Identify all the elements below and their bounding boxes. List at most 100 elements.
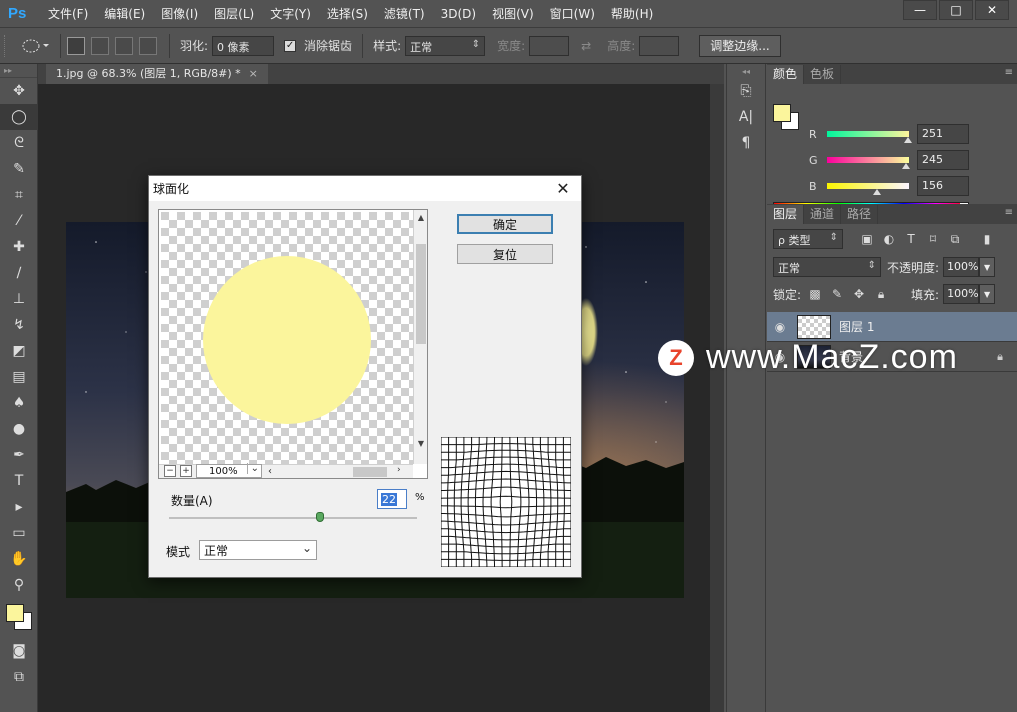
lock-transparent-icon[interactable]: ▩ bbox=[807, 286, 823, 302]
filter-adjustment-icon[interactable]: ◐ bbox=[881, 231, 897, 247]
blue-value-input[interactable]: 156 bbox=[917, 176, 969, 196]
blend-mode-select[interactable]: 正常 bbox=[773, 257, 881, 277]
lock-position-icon[interactable]: ✥ bbox=[851, 286, 867, 302]
crop-tool-icon[interactable]: ⌗ bbox=[0, 182, 38, 208]
path-selection-tool-icon[interactable]: ▸ bbox=[0, 494, 38, 520]
ok-button[interactable]: 确定 bbox=[457, 214, 553, 234]
quick-mask-icon[interactable]: ◙ bbox=[0, 638, 38, 664]
zoom-out-icon[interactable]: − bbox=[164, 465, 176, 477]
scroll-left-icon[interactable]: ‹ bbox=[268, 466, 272, 477]
fill-input[interactable]: 100% bbox=[943, 284, 980, 304]
menu-edit[interactable]: 编辑(E) bbox=[96, 0, 153, 28]
dialog-title-bar[interactable]: 球面化 ✕ bbox=[149, 176, 581, 201]
layer-filter-select[interactable]: ρ 类型 bbox=[773, 229, 843, 249]
fill-dropdown-icon[interactable]: ▼ bbox=[979, 284, 996, 304]
healing-brush-tool-icon[interactable]: ✚ bbox=[0, 234, 38, 260]
eyedropper-tool-icon[interactable]: ⁄ bbox=[0, 208, 38, 234]
lock-all-icon[interactable]: 🔒︎ bbox=[873, 286, 889, 302]
red-value-input[interactable]: 251 bbox=[917, 124, 969, 144]
maximize-button[interactable]: □ bbox=[939, 0, 973, 20]
menu-3d[interactable]: 3D(D) bbox=[433, 0, 484, 28]
preview-vertical-scrollbar[interactable]: ▲ ▼ bbox=[413, 210, 427, 464]
filter-preview[interactable]: ▲ ▼ › bbox=[158, 209, 428, 479]
history-brush-tool-icon[interactable]: ↯ bbox=[0, 312, 38, 338]
slider-thumb[interactable] bbox=[873, 189, 882, 195]
tab-swatches[interactable]: 色板 bbox=[804, 65, 842, 84]
scroll-thumb[interactable] bbox=[353, 467, 387, 477]
panel-foreground-swatch[interactable] bbox=[773, 104, 791, 122]
menu-layer[interactable]: 图层(L) bbox=[206, 0, 262, 28]
amount-slider[interactable] bbox=[169, 512, 417, 522]
clone-stamp-tool-icon[interactable]: ⊥ bbox=[0, 286, 38, 312]
scroll-up-icon[interactable]: ▲ bbox=[414, 210, 428, 224]
close-tab-icon[interactable]: × bbox=[249, 64, 258, 84]
minimize-button[interactable]: — bbox=[903, 0, 937, 20]
red-slider[interactable] bbox=[827, 131, 912, 143]
tab-color[interactable]: 颜色 bbox=[767, 65, 805, 84]
scroll-down-icon[interactable]: ▼ bbox=[414, 436, 428, 450]
scroll-thumb[interactable] bbox=[416, 244, 426, 344]
filter-pixel-icon[interactable]: ▣ bbox=[859, 231, 875, 247]
height-input[interactable] bbox=[639, 35, 680, 56]
slider-thumb[interactable] bbox=[901, 163, 910, 169]
pen-tool-icon[interactable]: ✒ bbox=[0, 442, 38, 468]
lock-image-icon[interactable]: ✎ bbox=[829, 286, 845, 302]
green-value-input[interactable]: 245 bbox=[917, 150, 969, 170]
tab-channels[interactable]: 通道 bbox=[804, 205, 842, 224]
preview-canvas[interactable] bbox=[161, 212, 413, 464]
gradient-tool-icon[interactable]: ▤ bbox=[0, 364, 38, 390]
intersect-selection-icon[interactable] bbox=[139, 36, 157, 55]
tab-paths[interactable]: 路径 bbox=[841, 205, 879, 224]
opacity-dropdown-icon[interactable]: ▼ bbox=[979, 257, 996, 277]
document-scrollbar[interactable] bbox=[710, 84, 724, 712]
antialias-checkbox[interactable]: ✓ bbox=[284, 39, 297, 52]
blur-tool-icon[interactable]: ♠ bbox=[0, 390, 38, 416]
quick-selection-tool-icon[interactable]: ✎ bbox=[0, 156, 38, 182]
paragraph-panel-icon[interactable]: ¶ bbox=[727, 130, 765, 156]
dodge-tool-icon[interactable]: ● bbox=[0, 416, 38, 442]
amount-slider-thumb[interactable] bbox=[316, 512, 325, 522]
new-selection-icon[interactable] bbox=[67, 36, 85, 55]
panel-menu-icon[interactable]: ≡ bbox=[1005, 67, 1013, 78]
type-tool-icon[interactable]: T bbox=[0, 468, 38, 494]
close-window-button[interactable]: ✕ bbox=[975, 0, 1009, 20]
zoom-in-icon[interactable]: + bbox=[180, 465, 192, 477]
zoom-tool-icon[interactable]: ⚲ bbox=[0, 572, 38, 598]
width-input[interactable] bbox=[529, 35, 570, 56]
menu-image[interactable]: 图像(I) bbox=[153, 0, 206, 28]
filter-toggle-icon[interactable]: ▮ bbox=[979, 231, 995, 247]
reset-button[interactable]: 复位 bbox=[457, 244, 553, 264]
zoom-level-select[interactable]: 100% bbox=[196, 463, 262, 478]
visibility-eye-icon[interactable]: ◉ bbox=[767, 320, 793, 334]
menu-help[interactable]: 帮助(H) bbox=[603, 0, 661, 28]
history-panel-icon[interactable]: ⎘ bbox=[727, 78, 765, 104]
options-bar-grip[interactable] bbox=[4, 34, 10, 57]
foreground-color-swatch[interactable] bbox=[6, 604, 24, 622]
filter-smart-object-icon[interactable]: ⧉ bbox=[947, 231, 963, 247]
document-tab[interactable]: 1.jpg @ 68.3% (图层 1, RGB/8#) * × bbox=[46, 64, 268, 84]
scroll-right-icon[interactable]: › bbox=[397, 465, 401, 475]
hand-tool-icon[interactable]: ✋ bbox=[0, 546, 38, 572]
filter-type-icon[interactable]: T bbox=[903, 231, 919, 247]
elliptical-marquee-preset-icon[interactable] bbox=[18, 34, 54, 58]
feather-input[interactable]: 0 像素 bbox=[212, 35, 275, 56]
add-to-selection-icon[interactable] bbox=[91, 36, 109, 55]
opacity-input[interactable]: 100% bbox=[943, 257, 980, 277]
collapsed-panels-grip[interactable]: ◂◂ bbox=[727, 64, 765, 78]
amount-input[interactable]: 22 bbox=[377, 489, 407, 509]
brush-tool-icon[interactable]: ∕ bbox=[0, 260, 38, 286]
menu-file[interactable]: 文件(F) bbox=[40, 0, 96, 28]
swap-dimensions-icon[interactable]: ⇄ bbox=[581, 39, 591, 53]
lasso-tool-icon[interactable]: ᘓ bbox=[0, 130, 38, 156]
filter-shape-icon[interactable]: ⌑ bbox=[925, 231, 941, 247]
move-tool-icon[interactable]: ✥ bbox=[0, 78, 38, 104]
rectangle-tool-icon[interactable]: ▭ bbox=[0, 520, 38, 546]
green-slider[interactable] bbox=[827, 157, 910, 169]
menu-filter[interactable]: 滤镜(T) bbox=[376, 0, 433, 28]
menu-view[interactable]: 视图(V) bbox=[484, 0, 542, 28]
blue-slider[interactable] bbox=[827, 183, 909, 195]
elliptical-marquee-tool-icon[interactable]: ◯ bbox=[0, 104, 38, 130]
style-select[interactable]: 正常 bbox=[405, 35, 486, 56]
tools-panel-header[interactable]: ▸▸ bbox=[0, 64, 37, 78]
menu-type[interactable]: 文字(Y) bbox=[262, 0, 319, 28]
